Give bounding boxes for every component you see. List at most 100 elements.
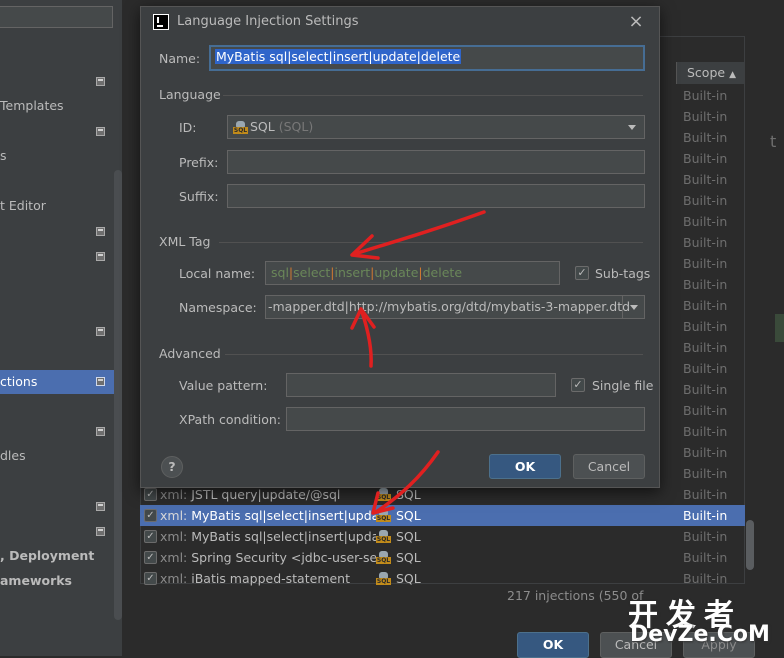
project-icon <box>96 327 105 336</box>
language-section-title: Language <box>159 87 221 102</box>
sidebar-item-s[interactable]: s <box>0 144 122 168</box>
name-value: MyBatis sql|select|insert|update|delete <box>215 49 462 64</box>
checkbox[interactable]: ✓ <box>144 551 157 564</box>
sidebar-item-editor[interactable]: t Editor <box>0 194 122 218</box>
settings-search-input[interactable] <box>0 6 113 28</box>
section-divider <box>225 354 643 355</box>
row-scope: Built-in <box>683 508 728 523</box>
scope-cell: Built-in <box>683 130 728 145</box>
section-divider <box>219 242 643 243</box>
language-id-select[interactable]: SQL SQL (SQL) <box>227 115 645 139</box>
scope-header-label: Scope <box>687 65 726 80</box>
scope-cell: Built-in <box>683 172 728 187</box>
dialog-title: Language Injection Settings <box>177 14 359 29</box>
xpath-condition-label: XPath condition: <box>179 412 282 427</box>
local-name-token: sql <box>271 265 289 280</box>
row-text: iBatis mapped-statement <box>187 571 351 586</box>
row-kind: xml: <box>160 571 188 586</box>
watermark-logo: 开发者 DevZe.CoM <box>626 590 776 654</box>
scope-cell: Built-in <box>683 319 728 334</box>
scope-cell: Built-in <box>683 193 728 208</box>
settings-ok-button[interactable]: OK <box>517 632 589 658</box>
xml-tag-section-title: XML Tag <box>159 234 211 249</box>
settings-sidebar: Templates s t Editor ctions dles , Deplo… <box>0 0 122 656</box>
table-row[interactable]: ✓ xml: MyBatis sql|select|insert|update|… <box>140 526 745 547</box>
checkbox[interactable]: ✓ <box>144 509 157 522</box>
language-id-value: SQL <box>250 119 275 134</box>
checkbox[interactable]: ✓ <box>144 572 157 585</box>
chevron-down-icon[interactable] <box>622 296 644 318</box>
background-fragment: t <box>770 132 777 151</box>
local-name-token: insert <box>334 265 371 280</box>
sql-icon: SQL <box>376 551 391 564</box>
scope-cell: Built-in <box>683 466 728 481</box>
checkbox[interactable]: ✓ <box>144 530 157 543</box>
project-icon <box>96 227 105 236</box>
local-name-input[interactable]: sql|select|insert|update|delete <box>265 261 560 285</box>
scope-cell: Built-in <box>683 151 728 166</box>
ok-button[interactable]: OK <box>489 454 561 479</box>
editor-gutter-mark <box>775 314 784 342</box>
project-icon <box>96 252 105 261</box>
cancel-button[interactable]: Cancel <box>573 454 645 479</box>
project-icon <box>96 377 105 386</box>
local-name-label: Local name: <box>179 266 256 281</box>
sidebar-item-deployment[interactable]: , Deployment <box>0 544 122 568</box>
sidebar-item-label: dles <box>0 448 26 463</box>
scope-cell: Built-in <box>683 424 728 439</box>
scope-cell: Built-in <box>683 361 728 376</box>
table-row[interactable]: ✓ xml: MyBatis sql|select|insert|update|… <box>140 505 745 526</box>
single-file-checkbox[interactable]: ✓ <box>571 378 585 392</box>
scope-column-header[interactable]: Scope ▲ <box>676 62 744 84</box>
suffix-input[interactable] <box>227 184 645 208</box>
sql-icon: SQL <box>376 488 391 501</box>
sidebar-item-templates[interactable]: Templates <box>0 94 122 118</box>
subtags-checkbox[interactable]: ✓ <box>575 266 589 280</box>
name-field[interactable]: MyBatis sql|select|insert|update|delete <box>209 45 645 71</box>
scope-cell: Built-in <box>683 445 728 460</box>
sidebar-item-label: t Editor <box>0 198 46 213</box>
table-row[interactable]: ✓ xml: Spring Security <jdbc-user-servic… <box>140 547 745 568</box>
row-text: Spring Security <jdbc-user-servic <box>191 550 376 565</box>
sidebar-item-label: Templates <box>0 98 64 113</box>
value-pattern-input[interactable] <box>286 373 556 397</box>
xpath-condition-input[interactable] <box>286 407 645 431</box>
row-language: SQL SQL <box>376 550 421 565</box>
sidebar-item-bundles[interactable]: dles <box>0 444 122 468</box>
sidebar-item-frameworks[interactable]: ameworks <box>0 569 122 593</box>
row-language: SQL SQL <box>376 571 421 586</box>
sql-icon: SQL <box>376 509 391 522</box>
close-icon[interactable]: × <box>625 11 647 33</box>
suffix-label: Suffix: <box>179 189 219 204</box>
dialog-titlebar[interactable]: Language Injection Settings × <box>141 7 659 37</box>
table-row[interactable]: ✓ xml: iBatis mapped-statement SQL SQL Bu… <box>140 568 745 589</box>
language-id-hint: (SQL) <box>274 119 314 134</box>
checkbox[interactable]: ✓ <box>144 488 157 501</box>
single-file-label: Single file <box>592 378 654 393</box>
row-kind: xml: <box>160 508 188 523</box>
prefix-input[interactable] <box>227 150 645 174</box>
sidebar-item-label: ctions <box>0 374 38 389</box>
sidebar-item-label: s <box>0 148 7 163</box>
row-language: SQL SQL <box>376 529 421 544</box>
local-name-token: select <box>293 265 331 280</box>
project-icon <box>96 502 105 511</box>
row-kind: xml: <box>160 550 188 565</box>
section-divider <box>223 95 643 96</box>
sidebar-scrollbar[interactable] <box>114 170 122 620</box>
value-pattern-label: Value pattern: <box>179 378 268 393</box>
project-icon <box>96 77 105 86</box>
sort-up-icon: ▲ <box>729 70 736 80</box>
scope-cell: Built-in <box>683 214 728 229</box>
row-scope: Built-in <box>683 571 728 586</box>
table-scrollbar[interactable] <box>746 520 754 570</box>
name-label: Name: <box>159 51 201 66</box>
row-text: MyBatis sql|select|insert|update|d <box>191 508 376 523</box>
help-button[interactable]: ? <box>161 456 183 478</box>
row-text: MyBatis sql|select|insert|update|d <box>191 529 376 544</box>
namespace-combo[interactable]: -mapper.dtd|http://mybatis.org/dtd/mybat… <box>265 295 645 319</box>
scope-cell: Built-in <box>683 88 728 103</box>
injections-count: 217 injections (550 of <box>507 588 644 603</box>
row-scope: Built-in <box>683 529 728 544</box>
scope-cell: Built-in <box>683 235 728 250</box>
